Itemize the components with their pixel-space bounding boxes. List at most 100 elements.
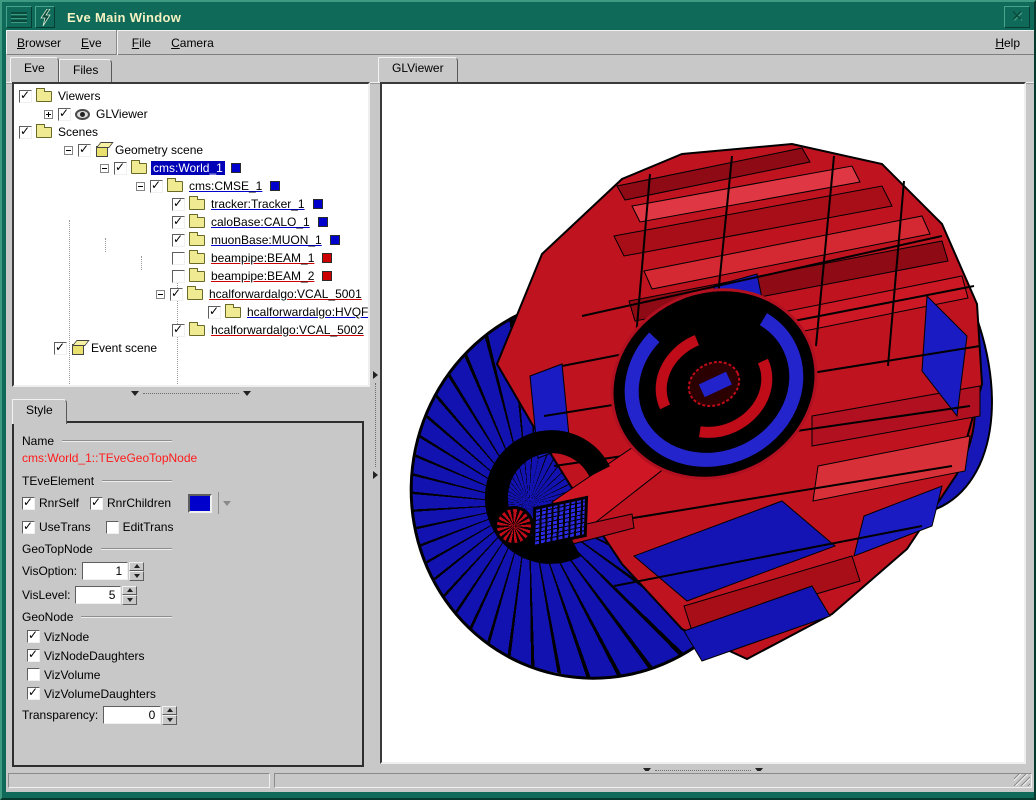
tree-row[interactable]: Viewers [14, 87, 368, 105]
tree-row[interactable]: Geometry scene [14, 141, 368, 159]
tree-label[interactable]: beampipe:BEAM_1 [209, 251, 316, 265]
tree-row[interactable]: cms:CMSE_1 [14, 177, 368, 195]
main-color-swatch[interactable] [188, 494, 212, 513]
visoption-label: VisOption: [22, 564, 77, 578]
menu-camera[interactable]: Camera [161, 33, 224, 53]
detector-hub-spokes [494, 506, 534, 546]
eve-main-window: Eve Main Window Browser Eve File Camera … [0, 0, 1036, 800]
usetrans-checkbox[interactable] [22, 521, 35, 534]
folder-icon [189, 253, 205, 264]
tree-row[interactable]: GLViewer [14, 105, 368, 123]
tree-checkbox[interactable] [19, 90, 32, 103]
tab-eve[interactable]: Eve [10, 57, 59, 82]
tree-label-selected[interactable]: cms:World_1 [151, 161, 225, 175]
vislevel-spinner[interactable] [122, 586, 137, 605]
tab-files[interactable]: Files [59, 59, 112, 82]
trans-row: UseTrans EditTrans [22, 515, 356, 539]
viznodedaughters-checkbox[interactable] [27, 649, 40, 662]
scene-cube-icon [72, 344, 84, 355]
tree-label[interactable]: beampipe:BEAM_2 [209, 269, 316, 283]
tree-checkbox[interactable] [172, 270, 185, 283]
tree-label[interactable]: Geometry scene [113, 143, 205, 157]
tree-checkbox[interactable] [19, 126, 32, 139]
vislevel-entry[interactable]: 5 [75, 586, 121, 604]
tree-label[interactable]: muonBase:MUON_1 [209, 233, 324, 247]
splitter-arrow-icon[interactable] [373, 471, 378, 479]
tree-row[interactable]: beampipe:BEAM_1 [14, 249, 368, 267]
left-right-splitter[interactable] [370, 82, 380, 767]
folder-icon [189, 199, 205, 210]
menu-help[interactable]: Help [981, 33, 1034, 53]
usetrans-label: UseTrans [39, 520, 91, 534]
tab-style[interactable]: Style [12, 399, 67, 424]
resize-grip-icon[interactable] [1014, 774, 1030, 786]
gl-viewport[interactable] [380, 82, 1026, 764]
window-menu-icon[interactable] [6, 6, 32, 28]
tree-label[interactable]: GLViewer [94, 107, 150, 121]
vizvolume-checkbox[interactable] [27, 668, 40, 681]
edittrans-checkbox[interactable] [106, 521, 119, 534]
tree-checkbox[interactable] [172, 198, 185, 211]
menu-eve[interactable]: Eve [71, 33, 112, 53]
spin-down-icon [122, 595, 137, 605]
tree-label[interactable]: cms:CMSE_1 [187, 179, 264, 193]
close-icon[interactable] [1004, 6, 1030, 28]
vizvolumedaughters-checkbox[interactable] [27, 687, 40, 700]
tree-checkbox[interactable] [172, 324, 185, 337]
viznode-checkbox[interactable] [27, 630, 40, 643]
tree-checkbox[interactable] [172, 216, 185, 229]
tree-checkbox[interactable] [114, 162, 127, 175]
viznodedaughters-label: VizNodeDaughters [44, 649, 145, 663]
tree-checkbox[interactable] [78, 144, 91, 157]
tree-row[interactable]: caloBase:CALO_1 [14, 213, 368, 231]
splitter-arrow-icon[interactable] [373, 371, 378, 379]
tree-row[interactable]: hcalforwardalgo:VCAL_5002 [14, 321, 368, 339]
spin-up-icon [122, 586, 137, 596]
color-swatch [322, 253, 332, 263]
tree-label[interactable]: hcalforwardalgo:VCAL_5001 [207, 287, 364, 301]
tree-row[interactable]: hcalforwardalgo:HVQF_1 [14, 303, 368, 321]
color-swatch [318, 217, 328, 227]
tree-row[interactable]: cms:World_1 [14, 159, 368, 177]
tree-label[interactable]: Viewers [56, 89, 102, 103]
rnrchildren-checkbox[interactable] [90, 497, 103, 510]
tree-checkbox[interactable] [170, 288, 183, 301]
expand-icon[interactable] [44, 110, 53, 119]
tree-label[interactable]: hcalforwardalgo:VCAL_5002 [209, 323, 366, 337]
tree-checkbox[interactable] [208, 306, 221, 319]
collapse-icon[interactable] [64, 146, 73, 155]
tree-checkbox[interactable] [150, 180, 163, 193]
tree-checkbox[interactable] [54, 342, 67, 355]
tree-row[interactable]: hcalforwardalgo:VCAL_5001 [14, 285, 368, 303]
visoption-entry[interactable]: 1 [82, 562, 128, 580]
tree-checkbox[interactable] [172, 234, 185, 247]
tree-label[interactable]: Event scene [89, 341, 159, 355]
cms-detector-rendering[interactable] [382, 84, 1024, 762]
tree-row[interactable]: Scenes [14, 123, 368, 141]
tree-style-splitter[interactable] [12, 388, 370, 399]
transparency-entry[interactable]: 0 [103, 706, 161, 724]
collapse-icon[interactable] [136, 182, 145, 191]
tree-label[interactable]: hcalforwardalgo:HVQF_1 [245, 305, 370, 319]
tree-row[interactable]: tracker:Tracker_1 [14, 195, 368, 213]
transparency-spinner[interactable] [162, 706, 177, 725]
tree-label[interactable]: tracker:Tracker_1 [209, 197, 307, 211]
menu-browser[interactable]: Browser [7, 33, 71, 53]
tab-glviewer[interactable]: GLViewer [378, 57, 458, 82]
tree-label[interactable]: caloBase:CALO_1 [209, 215, 312, 229]
splitter-arrow-icon[interactable] [243, 391, 251, 396]
color-dropdown-icon[interactable] [223, 501, 231, 506]
rnrself-checkbox[interactable] [22, 497, 35, 510]
vizvolumedaughters-row: VizVolumeDaughters [22, 684, 356, 703]
tree-label[interactable]: Scenes [56, 125, 100, 139]
tree-row[interactable]: Event scene [14, 339, 368, 357]
tree-row[interactable]: muonBase:MUON_1 [14, 231, 368, 249]
splitter-arrow-icon[interactable] [131, 391, 139, 396]
collapse-icon[interactable] [156, 290, 165, 299]
tree-row[interactable]: beampipe:BEAM_2 [14, 267, 368, 285]
tree-checkbox[interactable] [172, 252, 185, 265]
menu-file[interactable]: File [122, 33, 161, 53]
tree-checkbox[interactable] [58, 108, 71, 121]
collapse-icon[interactable] [100, 164, 109, 173]
visoption-spinner[interactable] [129, 562, 144, 581]
